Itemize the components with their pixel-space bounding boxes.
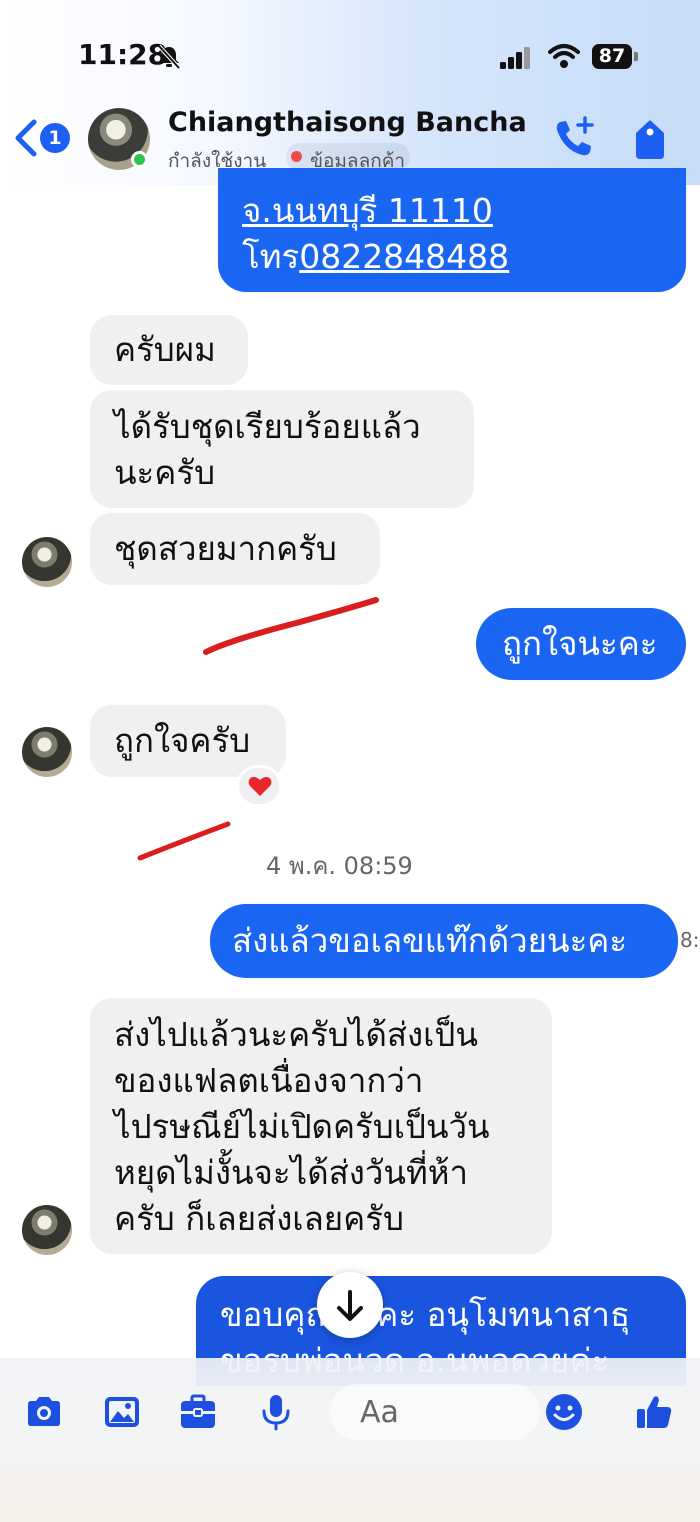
- back-icon[interactable]: [14, 118, 38, 158]
- battery-tip: [634, 52, 638, 61]
- unread-badge[interactable]: 1: [40, 123, 70, 153]
- message-outgoing-address[interactable]: จ.นนทบุรี 11110 โทร0822848488: [218, 168, 686, 292]
- message-incoming[interactable]: ครับผม: [90, 315, 248, 385]
- message-line: ได้รับชุดเรียบร้อยแล้ว: [114, 407, 421, 446]
- heart-icon: [248, 776, 272, 796]
- message-line: ส่งไปแล้วนะครับได้ส่งเป็น: [114, 1015, 478, 1054]
- message-time-peek: 8:: [680, 928, 700, 952]
- message-line: ไปรษณีย์ไม่เปิดครับเป็นวัน: [114, 1107, 490, 1146]
- message-line: หยุดไม่งั้นจะได้ส่งวันที่ห้า: [114, 1153, 469, 1192]
- message-text: ถูกใจครับ: [114, 721, 251, 760]
- microphone-icon[interactable]: [256, 1392, 296, 1432]
- phone-prefix: โทร: [242, 237, 300, 276]
- signal-icon: [500, 47, 530, 69]
- contact-name[interactable]: Chiangthaisong Bancha: [168, 107, 527, 138]
- message-composer: [0, 1358, 700, 1522]
- message-text: ครับผม: [114, 330, 216, 369]
- status-time: 11:28: [78, 38, 168, 71]
- call-plus-icon[interactable]: [552, 116, 596, 160]
- message-line: นะครับ: [114, 453, 216, 492]
- thumbs-up-icon[interactable]: [634, 1392, 674, 1432]
- message-line: โทร0822848488: [242, 234, 686, 280]
- message-outgoing[interactable]: ถูกใจนะคะ: [476, 608, 686, 680]
- customer-info-dot: [291, 151, 302, 162]
- emoji-icon[interactable]: [544, 1392, 584, 1432]
- briefcase-icon[interactable]: [178, 1392, 218, 1432]
- message-outgoing[interactable]: ส่งแล้วขอเลขแท๊กด้วยนะคะ: [210, 904, 678, 978]
- battery-indicator: 87: [592, 44, 632, 69]
- message-text: ส่งแล้วขอเลขแท๊กด้วยนะคะ: [232, 921, 628, 960]
- message-line: ของแฟลตเนื่องจากว่า: [114, 1061, 424, 1100]
- message-text: ถูกใจนะคะ: [502, 624, 658, 663]
- message-incoming[interactable]: ได้รับชุดเรียบร้อยแล้ว นะครับ: [90, 390, 474, 508]
- message-text: ชุดสวยมากครับ: [114, 529, 337, 568]
- camera-icon[interactable]: [24, 1392, 64, 1432]
- message-line: ขอบคุณนะคะ อนุโมทนาสาธุ: [220, 1295, 631, 1334]
- message-input[interactable]: [330, 1384, 540, 1440]
- wifi-icon: [548, 44, 580, 68]
- sender-avatar[interactable]: [22, 727, 72, 777]
- message-line: ครับ ก็เลยส่งเลยครับ: [114, 1199, 404, 1238]
- message-timestamp: 4 พ.ค. 08:59: [266, 852, 413, 880]
- sender-avatar[interactable]: [22, 1205, 72, 1255]
- arrow-down-icon: [337, 1290, 363, 1321]
- message-incoming[interactable]: ส่งไปแล้วนะครับได้ส่งเป็น ของแฟลตเนื่องจ…: [90, 998, 552, 1254]
- message-reaction[interactable]: [236, 765, 282, 807]
- bell-slash-icon: [157, 44, 181, 70]
- scroll-to-bottom-button[interactable]: [317, 1272, 383, 1338]
- sender-avatar[interactable]: [22, 537, 72, 587]
- tag-icon[interactable]: [632, 117, 668, 161]
- gallery-icon[interactable]: [102, 1392, 142, 1432]
- message-line: จ.นนทบุรี 11110: [242, 191, 493, 230]
- message-incoming[interactable]: ชุดสวยมากครับ: [90, 513, 380, 585]
- phone-link[interactable]: 0822848488: [299, 237, 509, 276]
- online-status-dot: [131, 151, 148, 168]
